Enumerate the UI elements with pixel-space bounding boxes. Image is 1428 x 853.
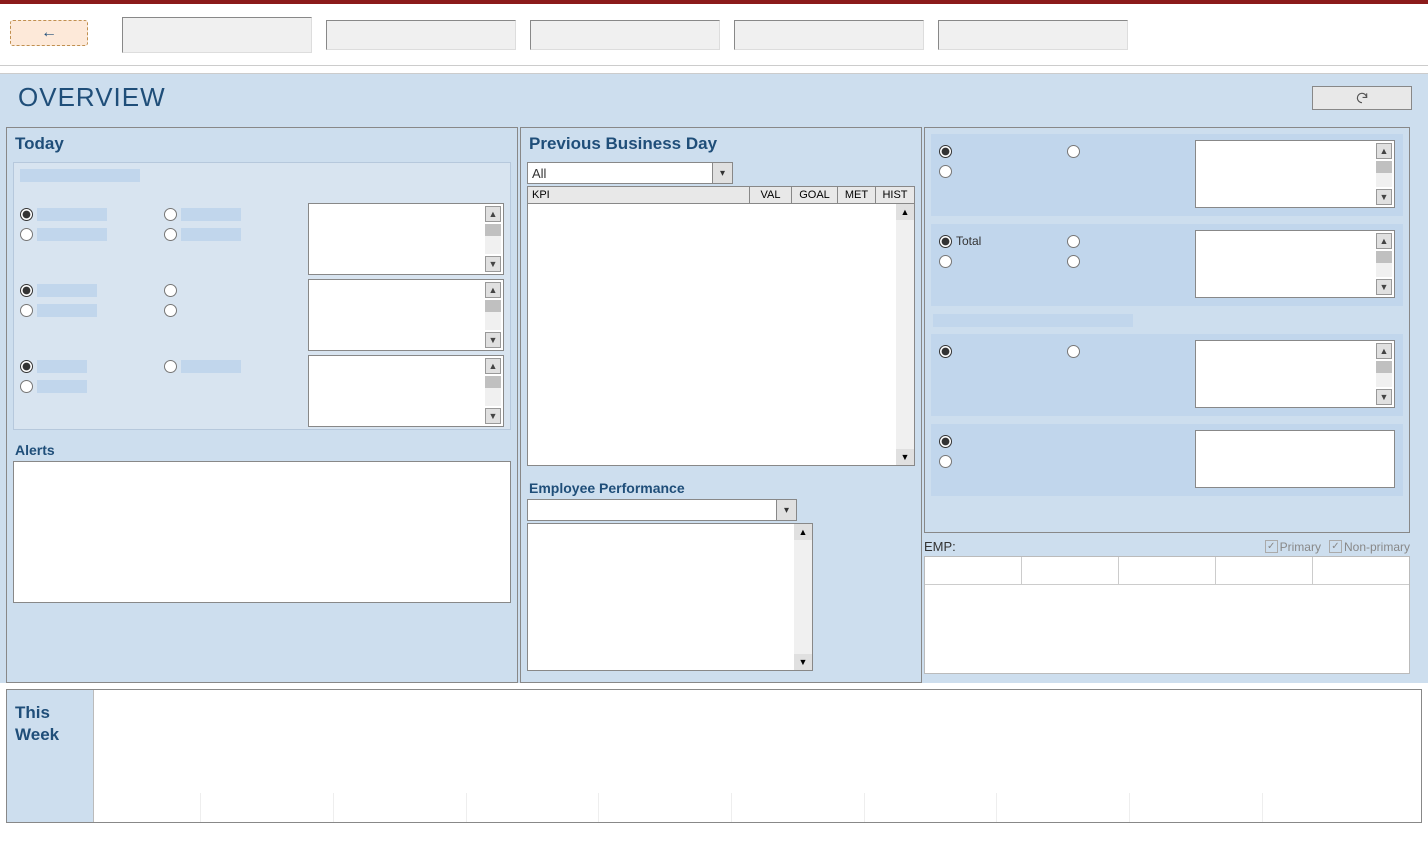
ribbon-bar: ← <box>0 4 1428 66</box>
scroll-up-icon[interactable]: ▲ <box>485 282 501 298</box>
kpi-col-hist: HIST <box>876 187 914 203</box>
today-g2-radio-3[interactable] <box>164 284 177 297</box>
pbd-title: Previous Business Day <box>529 134 915 154</box>
alerts-title: Alerts <box>15 442 511 458</box>
ribbon-button-3[interactable] <box>530 20 720 50</box>
scroll-up-icon[interactable]: ▲ <box>794 524 812 540</box>
ribbon-button-1[interactable] <box>122 17 312 53</box>
refresh-button[interactable] <box>1312 86 1412 110</box>
right-g1-radio-1[interactable] <box>939 145 952 158</box>
kpi-table[interactable]: KPI VAL GOAL MET HIST ▲ ▼ <box>527 186 915 466</box>
kpi-col-goal: GOAL <box>792 187 838 203</box>
today-g1-radio-3[interactable] <box>164 208 177 221</box>
today-g3-radio-3[interactable] <box>164 360 177 373</box>
today-list-1[interactable]: ▲ ▼ <box>308 203 504 275</box>
scroll-down-icon[interactable]: ▼ <box>1376 389 1392 405</box>
scroll-up-icon[interactable]: ▲ <box>1376 343 1392 359</box>
scroll-up-icon[interactable]: ▲ <box>1376 233 1392 249</box>
today-g1-radio-1[interactable] <box>20 208 33 221</box>
nonprimary-checkbox[interactable]: ✓Non-primary <box>1329 540 1410 554</box>
today-title: Today <box>15 134 511 154</box>
today-g1-radio-2[interactable] <box>20 228 33 241</box>
scroll-down-icon[interactable]: ▼ <box>485 408 501 424</box>
today-g2-radio-1[interactable] <box>20 284 33 297</box>
ribbon-button-4[interactable] <box>734 20 924 50</box>
today-g3-radio-2[interactable] <box>20 380 33 393</box>
chevron-down-icon: ▾ <box>712 163 732 183</box>
right-list-3[interactable]: ▲ ▼ <box>1195 340 1395 408</box>
ribbon-button-2[interactable] <box>326 20 516 50</box>
scroll-down-icon[interactable]: ▼ <box>896 449 914 465</box>
page-title-bar: OVERVIEW <box>0 74 1428 123</box>
right-g3-radio-1[interactable] <box>939 345 952 358</box>
emp-perf-title: Employee Performance <box>529 480 915 496</box>
right-g1-radio-2[interactable] <box>939 165 952 178</box>
scroll-up-icon[interactable]: ▲ <box>896 204 914 220</box>
right-list-1[interactable]: ▲ ▼ <box>1195 140 1395 208</box>
right-g4-radio-1[interactable] <box>939 435 952 448</box>
pbd-filter-combo[interactable]: All ▾ <box>527 162 733 184</box>
this-week-title: This Week <box>7 690 93 822</box>
emp-detail-grid[interactable] <box>924 556 1410 674</box>
today-list-2[interactable]: ▲ ▼ <box>308 279 504 351</box>
page-title: OVERVIEW <box>18 82 166 113</box>
right-g2-radio-2[interactable] <box>939 255 952 268</box>
pbd-filter-value: All <box>532 166 546 181</box>
primary-checkbox-label: Primary <box>1280 540 1321 554</box>
today-g2-radio-4[interactable] <box>164 304 177 317</box>
scroll-up-icon[interactable]: ▲ <box>1376 143 1392 159</box>
primary-checkbox[interactable]: ✓Primary <box>1265 540 1321 554</box>
today-list-3[interactable]: ▲ ▼ <box>308 355 504 427</box>
emp-perf-list[interactable]: ▲ ▼ <box>527 523 813 671</box>
scroll-down-icon[interactable]: ▼ <box>1376 189 1392 205</box>
scroll-down-icon[interactable]: ▼ <box>485 332 501 348</box>
scroll-up-icon[interactable]: ▲ <box>485 206 501 222</box>
ribbon-button-5[interactable] <box>938 20 1128 50</box>
right-g4-radio-2[interactable] <box>939 455 952 468</box>
right-g2-radio-1[interactable] <box>939 235 952 248</box>
right-list-4[interactable] <box>1195 430 1395 488</box>
this-week-panel: This Week <box>6 689 1422 823</box>
kpi-col-val: VAL <box>750 187 792 203</box>
scroll-down-icon[interactable]: ▼ <box>1376 279 1392 295</box>
scroll-up-icon[interactable]: ▲ <box>485 358 501 374</box>
emp-perf-combo[interactable]: ▾ <box>527 499 797 521</box>
back-arrow-icon: ← <box>41 24 57 42</box>
kpi-col-kpi: KPI <box>528 187 750 203</box>
right-g2-radio-4[interactable] <box>1067 255 1080 268</box>
right-g2-label-total: Total <box>956 234 981 248</box>
back-button[interactable]: ← <box>10 20 88 46</box>
right-g3-radio-2[interactable] <box>1067 345 1080 358</box>
kpi-col-met: MET <box>838 187 876 203</box>
alerts-list[interactable] <box>13 461 511 603</box>
right-list-2[interactable]: ▲ ▼ <box>1195 230 1395 298</box>
chevron-down-icon: ▾ <box>776 500 796 520</box>
scroll-down-icon[interactable]: ▼ <box>794 654 812 670</box>
today-g3-radio-1[interactable] <box>20 360 33 373</box>
today-g2-radio-2[interactable] <box>20 304 33 317</box>
right-g1-radio-3[interactable] <box>1067 145 1080 158</box>
emp-label: EMP: <box>924 539 956 554</box>
nonprimary-checkbox-label: Non-primary <box>1344 540 1410 554</box>
refresh-icon <box>1355 91 1369 105</box>
this-week-chart[interactable] <box>93 690 1421 822</box>
right-g2-radio-3[interactable] <box>1067 235 1080 248</box>
scroll-down-icon[interactable]: ▼ <box>485 256 501 272</box>
today-g1-radio-4[interactable] <box>164 228 177 241</box>
